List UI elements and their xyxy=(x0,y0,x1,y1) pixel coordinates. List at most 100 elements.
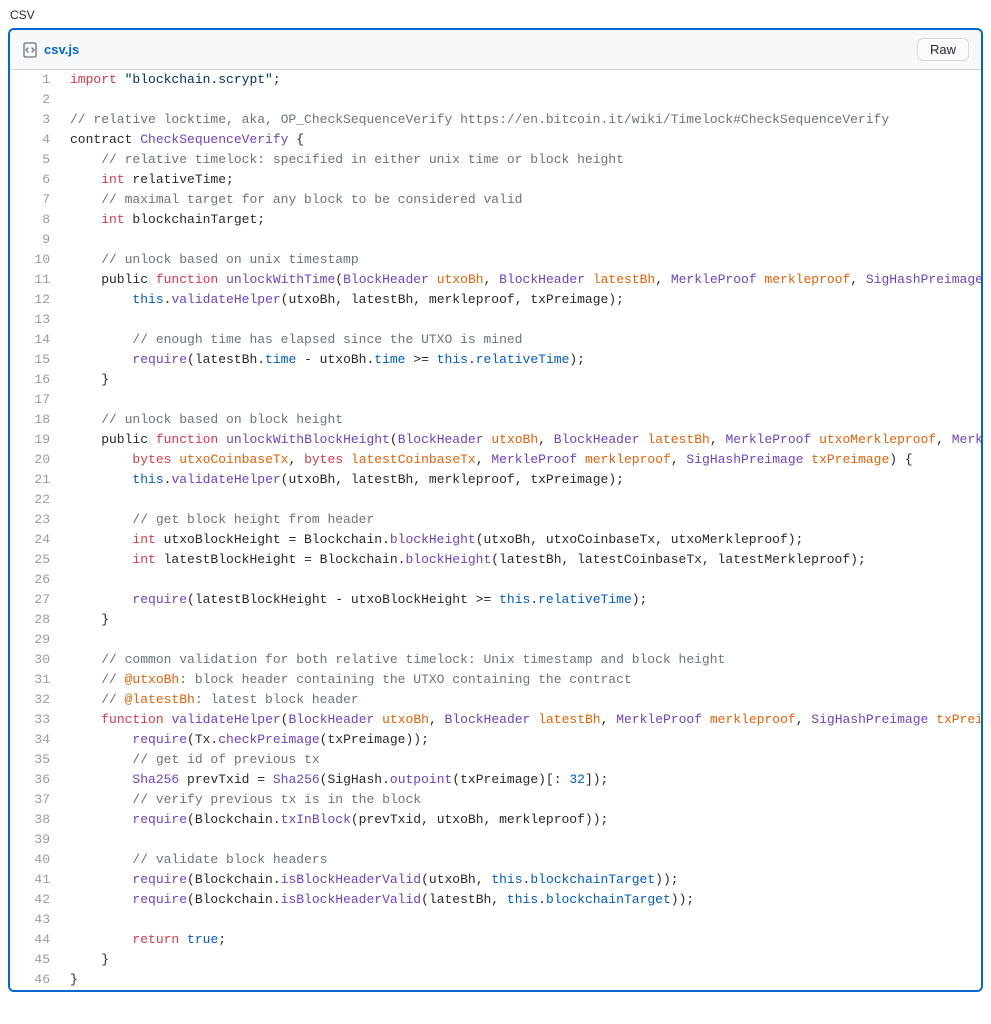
line-content xyxy=(60,570,981,590)
code-line: 17 xyxy=(10,390,981,410)
code-line: 40 // validate block headers xyxy=(10,850,981,870)
line-number[interactable]: 43 xyxy=(10,910,60,930)
line-content xyxy=(60,90,981,110)
line-content: // @latestBh: latest block header xyxy=(60,690,981,710)
line-number[interactable]: 11 xyxy=(10,270,60,290)
code-line: 37 // verify previous tx is in the block xyxy=(10,790,981,810)
line-number[interactable]: 22 xyxy=(10,490,60,510)
line-number[interactable]: 7 xyxy=(10,190,60,210)
line-content: require(Blockchain.isBlockHeaderValid(la… xyxy=(60,890,981,910)
line-number[interactable]: 2 xyxy=(10,90,60,110)
line-number[interactable]: 26 xyxy=(10,570,60,590)
line-content: function validateHelper(BlockHeader utxo… xyxy=(60,710,981,730)
line-content xyxy=(60,630,981,650)
line-content: // unlock based on unix timestamp xyxy=(60,250,981,270)
line-content: // get id of previous tx xyxy=(60,750,981,770)
line-content: // @utxoBh: block header containing the … xyxy=(60,670,981,690)
code-line: 24 int utxoBlockHeight = Blockchain.bloc… xyxy=(10,530,981,550)
line-number[interactable]: 45 xyxy=(10,950,60,970)
line-number[interactable]: 13 xyxy=(10,310,60,330)
line-content: Sha256 prevTxid = Sha256(SigHash.outpoin… xyxy=(60,770,981,790)
line-number[interactable]: 31 xyxy=(10,670,60,690)
line-number[interactable]: 10 xyxy=(10,250,60,270)
code-line: 19 public function unlockWithBlockHeight… xyxy=(10,430,981,450)
line-number[interactable]: 28 xyxy=(10,610,60,630)
line-number[interactable]: 9 xyxy=(10,230,60,250)
line-number[interactable]: 37 xyxy=(10,790,60,810)
line-number[interactable]: 44 xyxy=(10,930,60,950)
code-line: 30 // common validation for both relativ… xyxy=(10,650,981,670)
file-name-link[interactable]: csv.js xyxy=(44,42,79,57)
line-number[interactable]: 23 xyxy=(10,510,60,530)
line-number[interactable]: 27 xyxy=(10,590,60,610)
code-line: 26 xyxy=(10,570,981,590)
line-content: // relative timelock: specified in eithe… xyxy=(60,150,981,170)
line-content xyxy=(60,230,981,250)
line-number[interactable]: 6 xyxy=(10,170,60,190)
line-number[interactable]: 24 xyxy=(10,530,60,550)
line-number[interactable]: 36 xyxy=(10,770,60,790)
line-number[interactable]: 41 xyxy=(10,870,60,890)
code-line: 25 int latestBlockHeight = Blockchain.bl… xyxy=(10,550,981,570)
line-content xyxy=(60,310,981,330)
code-scroll-area[interactable]: 1import "blockchain.scrypt";2 3// relati… xyxy=(10,70,981,990)
line-content: } xyxy=(60,970,981,990)
line-number[interactable]: 1 xyxy=(10,70,60,90)
line-number[interactable]: 15 xyxy=(10,350,60,370)
line-content: // unlock based on block height xyxy=(60,410,981,430)
line-number[interactable]: 34 xyxy=(10,730,60,750)
line-content: // get block height from header xyxy=(60,510,981,530)
file-view: csv.js Raw 1import "blockchain.scrypt";2… xyxy=(8,28,983,992)
line-number[interactable]: 21 xyxy=(10,470,60,490)
line-number[interactable]: 17 xyxy=(10,390,60,410)
line-content: require(Tx.checkPreimage(txPreimage)); xyxy=(60,730,981,750)
line-content: public function unlockWithBlockHeight(Bl… xyxy=(60,430,981,450)
line-number[interactable]: 4 xyxy=(10,130,60,150)
line-content: } xyxy=(60,950,981,970)
line-number[interactable]: 5 xyxy=(10,150,60,170)
code-line: 28 } xyxy=(10,610,981,630)
code-line: 18 // unlock based on block height xyxy=(10,410,981,430)
line-number[interactable]: 35 xyxy=(10,750,60,770)
line-number[interactable]: 18 xyxy=(10,410,60,430)
line-number[interactable]: 29 xyxy=(10,630,60,650)
raw-button[interactable]: Raw xyxy=(917,38,969,61)
line-number[interactable]: 25 xyxy=(10,550,60,570)
line-number[interactable]: 3 xyxy=(10,110,60,130)
line-number[interactable]: 39 xyxy=(10,830,60,850)
line-number[interactable]: 16 xyxy=(10,370,60,390)
line-content: // validate block headers xyxy=(60,850,981,870)
line-content: this.validateHelper(utxoBh, latestBh, me… xyxy=(60,290,981,310)
line-number[interactable]: 46 xyxy=(10,970,60,990)
code-line: 7 // maximal target for any block to be … xyxy=(10,190,981,210)
line-content: import "blockchain.scrypt"; xyxy=(60,70,981,90)
line-number[interactable]: 38 xyxy=(10,810,60,830)
line-number[interactable]: 20 xyxy=(10,450,60,470)
line-number[interactable]: 32 xyxy=(10,690,60,710)
page-title: CSV xyxy=(8,8,983,22)
code-line: 10 // unlock based on unix timestamp xyxy=(10,250,981,270)
file-header: csv.js Raw xyxy=(10,30,981,70)
code-line: 27 require(latestBlockHeight - utxoBlock… xyxy=(10,590,981,610)
line-content xyxy=(60,390,981,410)
code-line: 44 return true; xyxy=(10,930,981,950)
line-content xyxy=(60,910,981,930)
code-file-icon xyxy=(22,42,38,58)
horizontal-scrollbar[interactable] xyxy=(8,992,983,1006)
line-content: contract CheckSequenceVerify { xyxy=(60,130,981,150)
line-number[interactable]: 14 xyxy=(10,330,60,350)
line-number[interactable]: 19 xyxy=(10,430,60,450)
line-number[interactable]: 12 xyxy=(10,290,60,310)
line-content: bytes utxoCoinbaseTx, bytes latestCoinba… xyxy=(60,450,981,470)
line-content: int latestBlockHeight = Blockchain.block… xyxy=(60,550,981,570)
line-number[interactable]: 40 xyxy=(10,850,60,870)
line-content: require(Blockchain.txInBlock(prevTxid, u… xyxy=(60,810,981,830)
line-number[interactable]: 30 xyxy=(10,650,60,670)
line-number[interactable]: 8 xyxy=(10,210,60,230)
line-content: require(latestBlockHeight - utxoBlockHei… xyxy=(60,590,981,610)
line-content: int blockchainTarget; xyxy=(60,210,981,230)
code-line: 38 require(Blockchain.txInBlock(prevTxid… xyxy=(10,810,981,830)
line-number[interactable]: 42 xyxy=(10,890,60,910)
code-line: 11 public function unlockWithTime(BlockH… xyxy=(10,270,981,290)
line-number[interactable]: 33 xyxy=(10,710,60,730)
